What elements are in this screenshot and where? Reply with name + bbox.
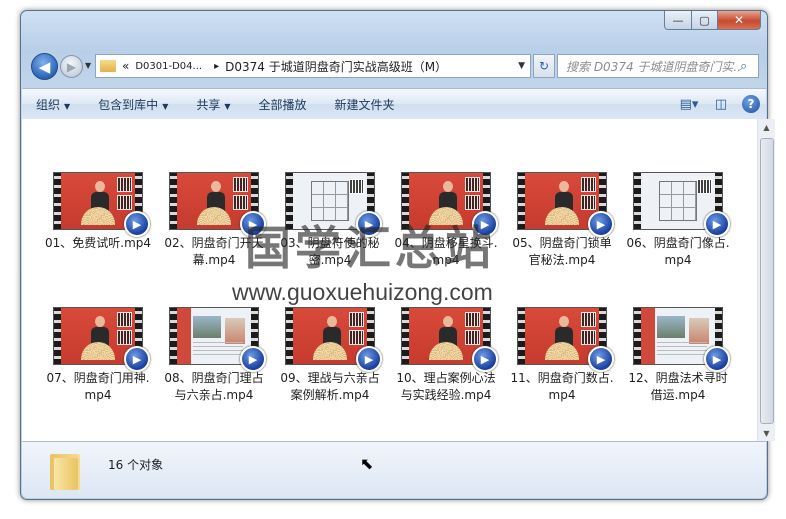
include-in-library-menu[interactable]: 包含到库中 ▼ [98,96,168,113]
mouse-cursor-icon: ⬉ [360,454,374,473]
file-item[interactable]: ▶ 10、理占案例心法与实践经验.mp4 [392,307,500,404]
organize-label: 组织 [36,97,61,112]
file-name: 08、阴盘奇门理占与六亲占.mp4 [164,371,264,402]
file-name: 01、免费试听.mp4 [44,236,152,250]
folder-icon [50,452,80,490]
view-options-icon[interactable]: ▤▾ [678,93,700,115]
search-input[interactable]: 搜索 D0374 于城道阴盘奇门实... ⌕ [557,54,759,78]
new-folder-button[interactable]: 新建文件夹 [335,96,395,113]
video-thumbnail: ▶ [401,307,498,372]
file-item[interactable]: ▶ 01、免费试听.mp4 [44,172,152,252]
maximize-button[interactable]: ▢ [692,11,718,30]
file-name: 11、阴盘奇门数占.mp4 [510,371,614,402]
help-icon[interactable]: ? [742,95,760,113]
navigation-bar: ◀ ▶ ▼ « D0301-D04... ▸ D0374 于城道阴盘奇门实战高级… [29,51,759,81]
search-icon[interactable]: ⌕ [740,59,758,74]
breadcrumb-item-current[interactable]: D0374 于城道阴盘奇门实战高级班（M） [225,58,447,75]
play-all-label: 全部播放 [258,97,307,112]
file-name: 10、理占案例心法与实践经验.mp4 [396,371,496,402]
preview-pane-icon[interactable]: ◫ [710,93,732,115]
recent-pages-dropdown[interactable]: ▼ [85,61,91,70]
file-item[interactable]: ▶ 08、阴盘奇门理占与六亲占.mp4 [160,307,268,404]
file-name: 05、阴盘奇门锁单官秘法.mp4 [512,236,612,267]
chevron-down-icon: ▼ [64,101,71,111]
include-in-library-label: 包含到库中 [98,97,159,112]
new-folder-label: 新建文件夹 [334,97,395,112]
video-thumbnail: ▶ [633,172,730,237]
scroll-up-icon[interactable]: ▲ [758,119,775,135]
video-thumbnail: ▶ [285,307,382,372]
media-player-icon: ▶ [704,346,730,372]
scrollbar-thumb[interactable] [760,138,774,424]
video-thumbnail: ▶ [517,172,614,237]
chevron-down-icon: ▼ [162,101,169,111]
breadcrumb-overflow[interactable]: « [122,59,129,73]
media-player-icon: ▶ [124,211,150,237]
item-count: 16 个对象 [108,458,164,472]
video-thumbnail: ▶ [53,172,150,237]
refresh-button[interactable]: ↻ [533,54,555,78]
minimize-button[interactable]: — [664,11,692,30]
file-name: 09、理战与六亲占案例解析.mp4 [280,371,380,402]
media-player-icon: ▶ [472,346,498,372]
command-bar: 组织 ▼ 包含到库中 ▼ 共享 ▼ 全部播放 新建文件夹 ▤▾ ◫ ? [22,88,766,120]
breadcrumb-separator-icon[interactable]: ▸ [214,61,219,72]
media-player-icon: ▶ [588,211,614,237]
media-player-icon: ▶ [124,346,150,372]
file-name: 06、阴盘奇门像占.mp4 [626,236,730,267]
search-placeholder: 搜索 D0374 于城道阴盘奇门实... [566,59,740,74]
file-item[interactable]: ▶ 11、阴盘奇门数占.mp4 [508,307,616,404]
file-item[interactable]: ▶ 05、阴盘奇门锁单官秘法.mp4 [508,172,616,269]
close-button[interactable]: ✕ [718,11,761,30]
caption-buttons: — ▢ ✕ [664,11,761,30]
media-player-icon: ▶ [356,346,382,372]
watermark-url: www.guoxuehuizong.com [232,279,493,305]
watermark-text: 国学汇总站 [245,221,495,275]
refresh-icon: ↻ [538,59,550,73]
file-item[interactable]: ▶ 12、阴盘法术寻时借运.mp4 [624,307,732,404]
share-label: 共享 [196,97,221,112]
media-player-icon: ▶ [704,211,730,237]
forward-button[interactable]: ▶ [60,55,83,78]
video-thumbnail: ▶ [517,307,614,372]
chevron-down-icon: ▼ [224,101,231,111]
address-bar[interactable]: « D0301-D04... ▸ D0374 于城道阴盘奇门实战高级班（M） ▼ [95,54,531,78]
file-item[interactable]: ▶ 09、理战与六亲占案例解析.mp4 [276,307,384,404]
video-thumbnail: ▶ [169,307,266,372]
file-item[interactable]: ▶ 07、阴盘奇门用神.mp4 [44,307,152,404]
vertical-scrollbar[interactable]: ▲ ▼ [757,119,775,441]
scroll-down-icon[interactable]: ▼ [758,425,775,441]
play-all-button[interactable]: 全部播放 [259,96,307,113]
address-dropdown-icon[interactable]: ▼ [518,61,525,71]
video-thumbnail: ▶ [633,307,730,372]
breadcrumb-item[interactable]: D0301-D04... [135,61,202,72]
video-thumbnail: ▶ [53,307,150,372]
organize-menu[interactable]: 组织 ▼ [36,96,70,113]
folder-icon [100,60,116,72]
file-item[interactable]: ▶ 06、阴盘奇门像占.mp4 [624,172,732,269]
back-button[interactable]: ◀ [31,53,58,80]
media-player-icon: ▶ [240,346,266,372]
media-player-icon: ▶ [588,346,614,372]
file-name: 07、阴盘奇门用神.mp4 [46,371,150,402]
details-pane: 16 个对象 [22,441,766,498]
file-name: 12、阴盘法术寻时借运.mp4 [628,371,728,402]
back-arrow-icon: ◀ [38,57,51,76]
forward-arrow-icon: ▶ [66,59,77,74]
share-menu[interactable]: 共享 ▼ [196,96,230,113]
